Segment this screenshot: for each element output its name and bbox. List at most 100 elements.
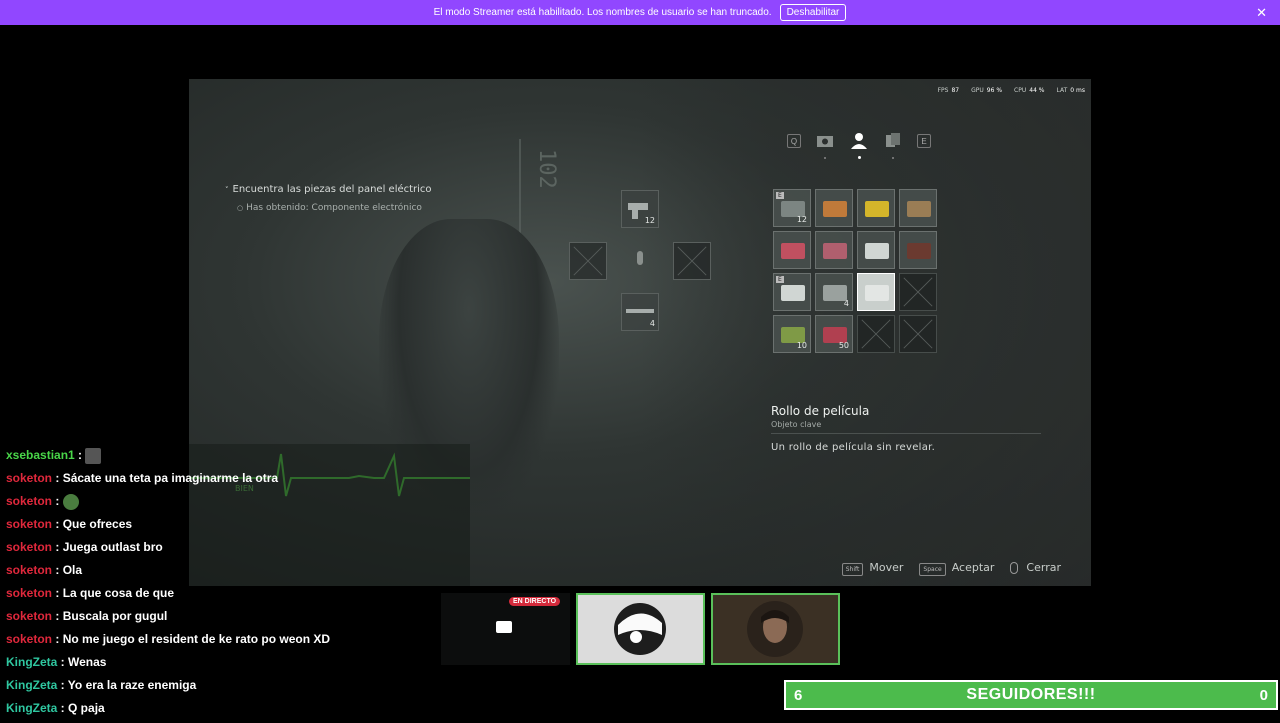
character-icon[interactable] [849,131,869,159]
chat-username[interactable]: soketon [6,586,52,600]
inventory-slot[interactable]: E [773,273,811,311]
chat-separator: : [57,655,69,669]
item-name: Rollo de película [771,404,870,418]
chat-text: Que ofreces [62,517,133,531]
cam-tile-avatar [576,593,705,665]
inventory-slot[interactable]: 10 [773,315,811,353]
chat-username[interactable]: xsebastian1 [6,448,75,462]
equipped-badge: E [776,276,784,283]
mouse-icon [1010,562,1019,574]
monitor-icon [496,621,512,633]
equip-slot-left[interactable] [569,242,607,280]
chat-message: xsebastian1 : [6,447,426,470]
objective-panel: ˅ Encuentra las piezas del panel eléctric… [225,184,432,213]
control-hints: Shift Mover Space Aceptar Cerrar [841,561,1061,576]
chat-message: soketon : [6,493,426,516]
chat-overlay: xsebastian1 : soketon : Sácate una teta … [6,447,426,723]
divider [771,433,1041,434]
chat-username[interactable]: soketon [6,632,52,646]
chat-message: soketon : Juega outlast bro [6,539,426,562]
chat-username[interactable]: soketon [6,494,52,508]
chat-username[interactable]: KingZeta [6,701,57,715]
chat-separator: : [57,678,68,692]
followers-current: 6 [794,686,803,704]
close-icon[interactable]: ✕ [1256,5,1267,21]
chat-username[interactable]: soketon [6,563,52,577]
disable-streamer-mode-button[interactable]: Deshabilitar [779,4,847,21]
map-icon[interactable] [815,131,835,159]
inventory-slot[interactable] [857,189,895,227]
prev-tab-key[interactable]: Q [787,134,801,148]
inventory-slot[interactable]: 4 [815,273,853,311]
cam-tile-webcam [711,593,840,665]
chat-username[interactable]: soketon [6,609,52,623]
inventory-slot-empty[interactable] [857,315,895,353]
chat-separator: : [52,517,63,531]
chat-message: soketon : Que ofreces [6,516,426,539]
chat-message: KingZeta : Wenas [6,654,426,677]
chat-separator: : [57,701,69,715]
inventory-slot-empty[interactable] [899,315,937,353]
equip-slot-bottom[interactable]: 4 [621,293,659,331]
webcam-avatar [747,601,803,657]
chat-text: Wenas [68,655,107,669]
crank-icon [781,243,805,259]
item-description: Un rollo de película sin revelar. [771,442,936,453]
objective-sub: ○ Has obtenido: Componente electrónico [237,203,422,213]
item-count: 50 [838,341,849,350]
chevron-down-icon: ˅ [225,186,229,194]
chat-message: soketon : No me juego el resident de ke … [6,631,426,654]
book-icon [907,243,931,259]
inventory-slot[interactable] [899,189,937,227]
inventory-slot[interactable] [773,231,811,269]
emote-icon [62,493,79,510]
equip-slot-right[interactable] [673,242,711,280]
chat-username[interactable]: KingZeta [6,655,57,669]
lat-readout: LAT 0 ms [1056,87,1086,94]
accept-hint[interactable]: Space Aceptar [919,561,994,576]
chat-separator: : [74,448,86,462]
item-type: Objeto clave [771,420,822,429]
inventory-tabs: Q E [787,131,931,159]
objective-title: ˅ Encuentra las piezas del panel eléctric… [225,184,432,195]
fps-readout: FPS 87 [937,87,960,94]
item-count: 12 [796,215,807,224]
inventory-grid: E 12 E 4 10 50 [773,189,943,353]
chat-separator: : [52,471,63,485]
item-count: 10 [796,341,807,350]
equip-slot-top[interactable]: 12 [621,190,659,228]
inventory-slot[interactable] [815,189,853,227]
chat-username[interactable]: KingZeta [6,678,57,692]
chat-text: Yo era la raze enemiga [67,678,197,692]
chat-username[interactable]: soketon [6,517,52,531]
inventory-slot[interactable] [815,231,853,269]
inventory-slot[interactable]: E 12 [773,189,811,227]
next-tab-key[interactable]: E [917,134,931,148]
chat-text: No me juego el resident de ke rato po we… [62,632,331,646]
chat-separator: : [52,494,63,508]
film-roll-icon [865,285,889,301]
chat-text: La que cosa de que [62,586,175,600]
chat-separator: : [52,563,63,577]
chat-separator: : [52,540,63,554]
cpu-readout: CPU 44 % [1014,87,1045,94]
inventory-slot[interactable]: 50 [815,315,853,353]
knife-icon [781,285,805,301]
close-hint[interactable]: Cerrar [1010,561,1061,574]
inventory-slot[interactable] [857,231,895,269]
inventory-slot-empty[interactable] [899,273,937,311]
move-hint[interactable]: Shift Mover [841,561,903,576]
chat-message: soketon : Sácate una teta pa imaginarme … [6,470,426,493]
chat-username[interactable]: soketon [6,471,52,485]
item-description-panel: Rollo de película Objeto clave Un rollo … [771,404,1041,453]
empty-slot-icon [903,277,933,307]
rod-icon [823,243,847,259]
inventory-slot[interactable] [899,231,937,269]
chat-message: soketon : La que cosa de que [6,585,426,608]
gpu-readout: GPU 96 % [971,87,1003,94]
chat-text: Ola [62,563,83,577]
inventory-slot[interactable] [857,273,895,311]
files-icon[interactable] [883,131,903,159]
gold-bar-icon [865,201,889,217]
chat-username[interactable]: soketon [6,540,52,554]
